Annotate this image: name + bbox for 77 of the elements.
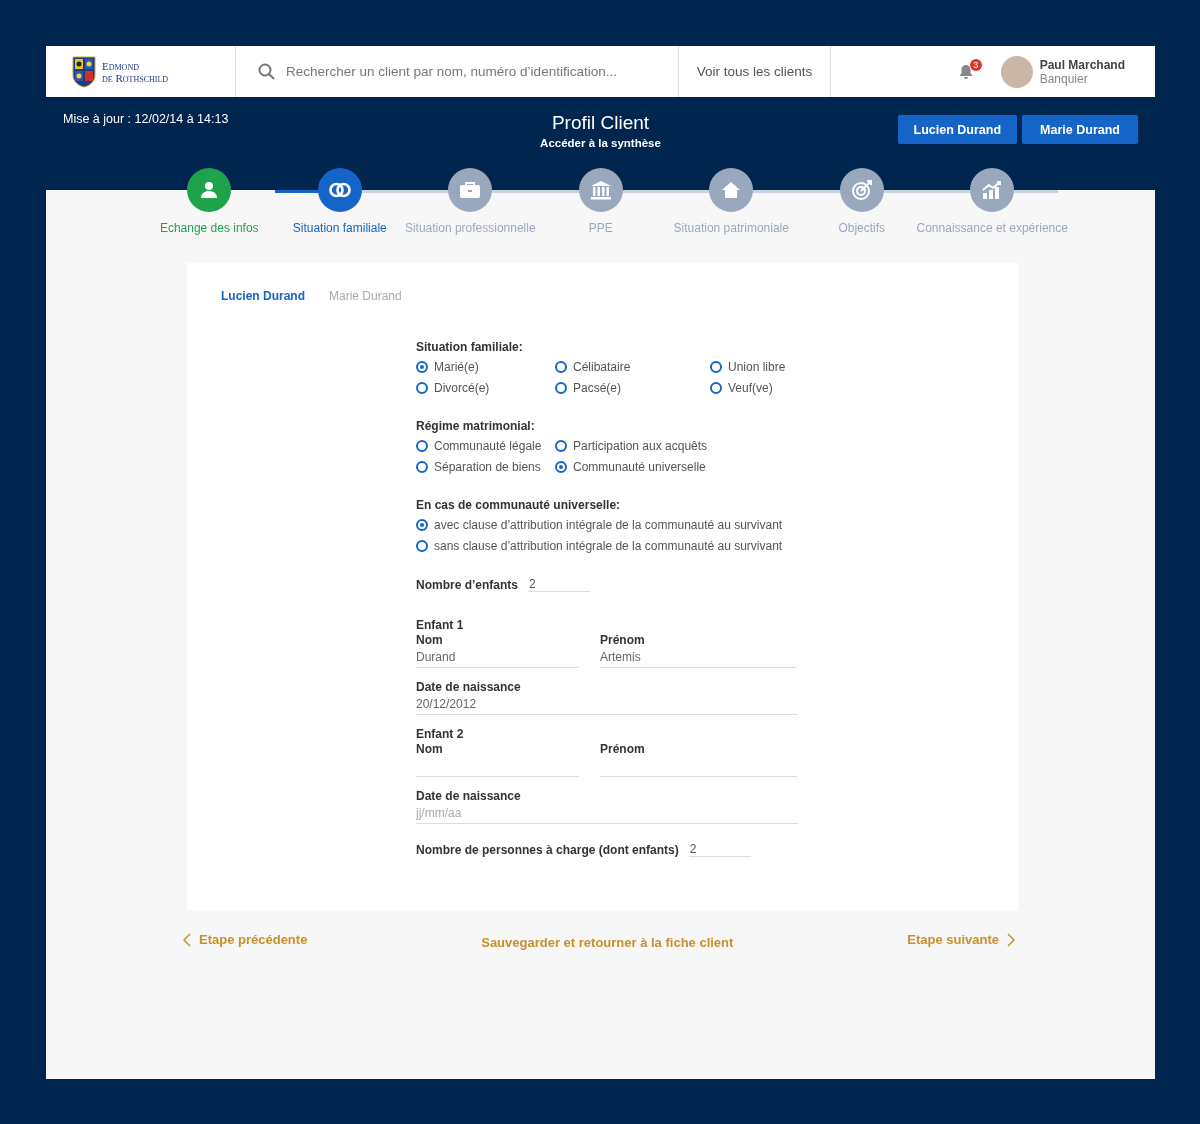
search-field[interactable]: Rechercher un client par nom, numéro d’identification... xyxy=(284,63,674,80)
radio-label[interactable]: Célibataire xyxy=(573,360,631,374)
radio-button[interactable] xyxy=(416,540,428,552)
avatar xyxy=(1000,55,1033,88)
input-field[interactable]: 2 xyxy=(688,842,751,857)
input-field[interactable]: Durand xyxy=(416,647,579,668)
radio-label[interactable]: Marié(e) xyxy=(434,360,479,374)
step-label[interactable]: Situation familiale xyxy=(292,221,387,235)
radio-button[interactable] xyxy=(555,382,567,394)
child-title: Enfant 2 xyxy=(416,727,465,741)
step-button[interactable] xyxy=(317,168,362,212)
field-label: Nombre de personnes à charge (dont enfants) xyxy=(416,843,679,857)
client-button[interactable]: Lucien Durand xyxy=(897,115,1018,144)
briefcase-icon xyxy=(459,181,482,199)
update-timestamp: Mise à jour : 12/02/14 à 14:13 xyxy=(63,112,230,128)
radio-button[interactable] xyxy=(710,382,722,394)
page-title: Profil Client xyxy=(551,112,650,134)
radio-button[interactable] xyxy=(555,461,567,473)
radio-label[interactable]: Veuf(ve) xyxy=(728,381,773,395)
radio-button[interactable] xyxy=(555,361,567,373)
client-button[interactable]: Marie Durand xyxy=(1022,115,1138,144)
radio-label[interactable]: Participation aux acquêts xyxy=(573,439,708,453)
step-button[interactable] xyxy=(839,168,884,212)
radio-button[interactable] xyxy=(416,440,428,452)
user-role: Banquier xyxy=(1039,71,1089,86)
step-button[interactable] xyxy=(578,168,623,212)
field-label: Prénom xyxy=(600,742,646,756)
radio-label[interactable]: Pacsé(e) xyxy=(573,381,622,395)
field-label: Nom xyxy=(416,633,444,647)
radio-button[interactable] xyxy=(416,361,428,373)
bank-icon xyxy=(589,180,612,200)
search-icon xyxy=(258,63,275,80)
summary-link[interactable]: Accéder à la synthèse xyxy=(540,137,661,149)
chevron-left-icon xyxy=(183,932,191,947)
crest-icon xyxy=(72,55,96,88)
field-label: Prénom xyxy=(600,633,646,647)
input-field[interactable]: Artemis xyxy=(600,647,797,668)
radio-label[interactable]: Divorcé(e) xyxy=(434,381,490,395)
radio-label[interactable]: Communauté légale xyxy=(434,439,542,453)
logo-text: de Rothschild xyxy=(102,71,169,84)
field-label: Date de naissance xyxy=(416,680,522,694)
person-icon xyxy=(200,181,219,199)
user-name: Paul Marchand xyxy=(1039,57,1125,72)
radio-button[interactable] xyxy=(416,382,428,394)
bell-icon[interactable] xyxy=(958,64,973,79)
input-field[interactable]: jj/mm/aa xyxy=(416,803,798,824)
radio-label[interactable]: Communauté universelle xyxy=(573,460,706,474)
child-title: Enfant 1 xyxy=(416,618,465,632)
field-label: Date de naissance xyxy=(416,789,522,803)
group-title: Régime matrimonial: xyxy=(416,419,535,433)
step-button[interactable] xyxy=(970,168,1015,212)
house-icon xyxy=(721,181,742,199)
radio-button[interactable] xyxy=(555,440,567,452)
group-title: En cas de communauté universelle: xyxy=(416,498,621,512)
notification-badge: 3 xyxy=(969,59,982,71)
radio-label[interactable]: sans clause d’attribution intégrale de la communauté au survivant xyxy=(434,539,783,553)
radio-button[interactable] xyxy=(710,361,722,373)
input-field[interactable]: 20/12/2012 xyxy=(416,694,798,715)
logo-text: Edmond xyxy=(102,59,140,72)
step-button[interactable] xyxy=(448,168,493,212)
radio-button[interactable] xyxy=(416,461,428,473)
step-button[interactable] xyxy=(187,168,232,212)
field-label: Nom xyxy=(416,742,444,756)
step-button[interactable] xyxy=(709,168,754,212)
radio-button[interactable] xyxy=(416,519,428,531)
chart-icon xyxy=(981,180,1004,200)
group-title: Situation familiale: xyxy=(416,340,523,354)
target-icon xyxy=(850,179,873,201)
radio-label[interactable]: Séparation de biens xyxy=(434,460,541,474)
field-label: Nombre d’enfants xyxy=(416,578,518,592)
rings-icon xyxy=(327,182,352,198)
radio-label[interactable]: avec clause d’attribution intégrale de la communauté au survivant xyxy=(434,518,783,532)
radio-label[interactable]: Union libre xyxy=(728,360,786,374)
step-label[interactable]: Echange des infos xyxy=(159,221,259,235)
chevron-right-icon xyxy=(1007,932,1015,947)
input-field[interactable]: 2 xyxy=(528,577,590,592)
person-tab[interactable]: Lucien Durand xyxy=(221,289,305,303)
